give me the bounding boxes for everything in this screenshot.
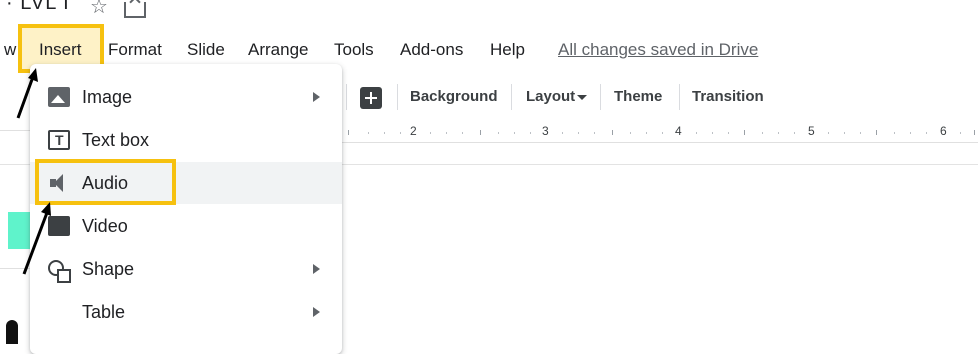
ruler-dot [530, 132, 531, 134]
filmstrip-divider [0, 130, 30, 131]
ruler-dot [594, 132, 595, 134]
ruler-number: 2 [410, 124, 417, 138]
menu-item-help[interactable]: Help [490, 34, 525, 66]
menu-option-label: Video [82, 216, 128, 236]
menu-option-label: Image [82, 87, 133, 107]
ruler-dot [696, 132, 697, 134]
ruler-dot [844, 132, 845, 134]
insert-menu: Image Text box Audio Video Shape Table [30, 64, 342, 354]
menu-option-text-box[interactable]: Text box [30, 119, 342, 161]
toolbar-separator [397, 84, 398, 110]
ruler-dot [728, 132, 729, 134]
ruler-dot [926, 132, 927, 134]
ruler-number: 5 [808, 124, 815, 138]
text-box-icon [48, 130, 70, 150]
ruler-number: 4 [675, 124, 682, 138]
title-row: · LVL I ☆ [0, 0, 978, 26]
ruler-dot [646, 132, 647, 134]
slide-thumbnail-content [6, 320, 18, 344]
horizontal-ruler[interactable]: 2 3 4 5 6 [340, 124, 978, 143]
annotation-arrow-audio [22, 202, 51, 275]
ruler-dot [562, 132, 563, 134]
ruler-dot [778, 132, 779, 134]
ruler-dot [630, 132, 631, 134]
toolbar-separator [346, 84, 347, 110]
audio-highlight-box [35, 159, 176, 205]
menu-item-tools[interactable]: Tools [334, 34, 374, 66]
save-status-link[interactable]: All changes saved in Drive [558, 34, 758, 66]
ruler-number: 3 [542, 124, 549, 138]
transition-button[interactable]: Transition [692, 76, 764, 118]
menu-item-slide[interactable]: Slide [187, 34, 225, 66]
menu-item-insert[interactable]: Insert [39, 34, 82, 66]
annotation-arrow-insert [16, 68, 38, 119]
ruler-dot [384, 132, 385, 134]
menu-bar: w Insert Format Slide Arrange Tools Add-… [0, 34, 978, 66]
ruler-dot [894, 132, 895, 134]
chevron-down-icon [577, 94, 588, 100]
ruler-dot [762, 132, 763, 134]
menu-option-video[interactable]: Video [30, 205, 342, 247]
image-icon [48, 87, 70, 107]
ruler-dot [662, 132, 663, 134]
ruler-dot [794, 132, 795, 134]
submenu-arrow-icon [313, 92, 320, 102]
toolbar-separator [600, 84, 601, 110]
ruler-dot [368, 132, 369, 134]
ruler-tick [612, 130, 613, 135]
toolbar-separator [679, 84, 680, 110]
ruler-tick [348, 130, 349, 135]
menu-option-shape[interactable]: Shape [30, 248, 342, 290]
menu-item-format[interactable]: Format [108, 34, 162, 66]
ruler-dot [514, 132, 515, 134]
submenu-arrow-icon [313, 307, 320, 317]
ruler-dot [430, 132, 431, 134]
menu-item-arrange[interactable]: Arrange [248, 34, 308, 66]
move-to-folder-icon[interactable] [124, 2, 146, 18]
menu-option-table[interactable]: Table [30, 291, 342, 333]
ruler-tick [744, 130, 745, 135]
ruler-dot [960, 132, 961, 134]
ruler-dot [828, 132, 829, 134]
layout-button[interactable]: Layout [526, 76, 588, 118]
menu-item-add-ons[interactable]: Add-ons [400, 34, 463, 66]
ruler-dot [578, 132, 579, 134]
menu-option-label: Shape [82, 259, 135, 279]
ruler-number: 6 [940, 124, 947, 138]
theme-button[interactable]: Theme [614, 76, 662, 118]
star-icon[interactable]: ☆ [90, 0, 108, 19]
document-title[interactable]: · LVL I [6, 0, 70, 15]
layout-label: Layout [526, 88, 576, 105]
menu-option-image[interactable]: Image [30, 76, 342, 118]
background-button[interactable]: Background [410, 76, 498, 118]
ruler-tick [974, 130, 975, 135]
ruler-dot [910, 132, 911, 134]
ruler-dot [446, 132, 447, 134]
submenu-arrow-icon [313, 264, 320, 274]
ruler-dot [860, 132, 861, 134]
ruler-tick [480, 130, 481, 135]
ruler-dot [712, 132, 713, 134]
menu-item-view-cut[interactable]: w [4, 34, 16, 66]
ruler-dot [400, 132, 401, 134]
new-slide-plus-icon[interactable] [360, 87, 382, 109]
toolbar-separator [511, 84, 512, 110]
ruler-tick [876, 130, 877, 135]
menu-option-label: Text box [82, 130, 150, 150]
ruler-dot [462, 132, 463, 134]
menu-option-label: Table [82, 302, 126, 322]
ruler-dot [498, 132, 499, 134]
